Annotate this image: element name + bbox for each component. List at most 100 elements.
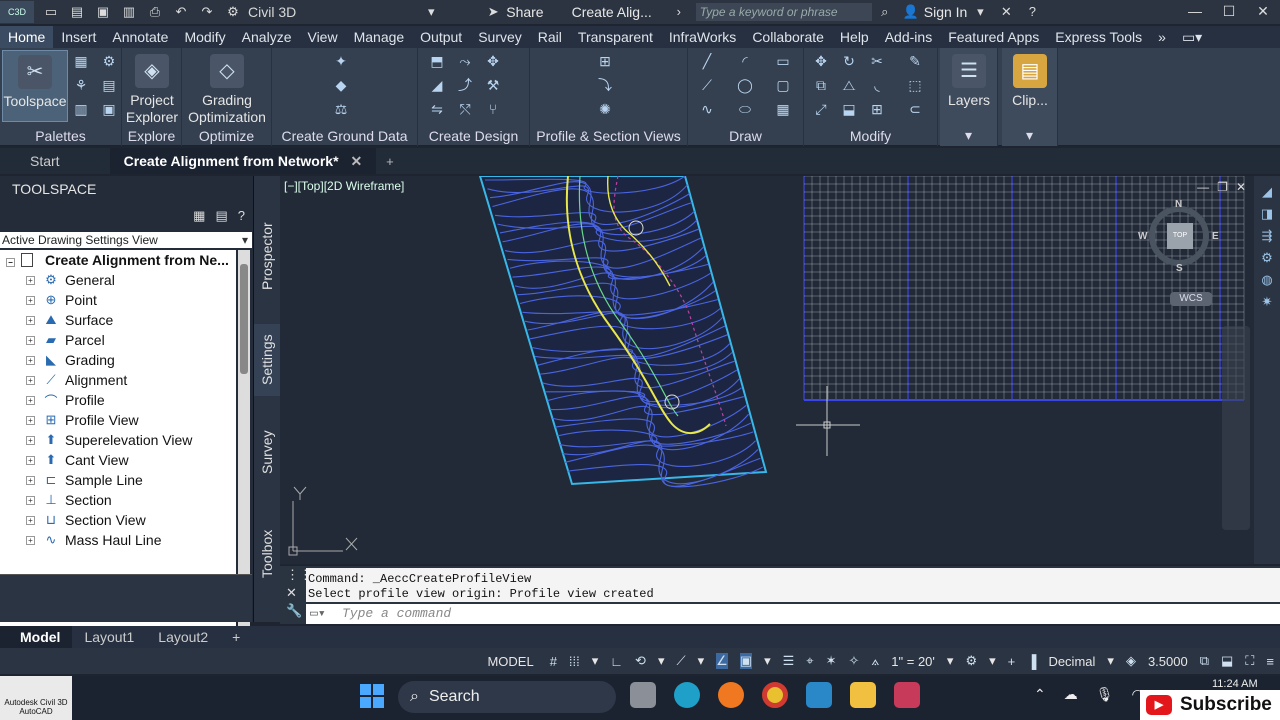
palettes-panel-title[interactable]: Palettes xyxy=(0,128,121,144)
start-button[interactable] xyxy=(360,684,384,708)
modify-panel-title[interactable]: Modify xyxy=(804,128,937,144)
annotation-scale-icon[interactable]: ⟑ xyxy=(871,653,879,669)
tree-item-alignment[interactable]: + ⟋ Alignment xyxy=(26,370,127,390)
tab-express-tools[interactable]: Express Tools xyxy=(1047,26,1150,48)
subscribe-button[interactable]: ▶ Subscribe xyxy=(1140,690,1280,720)
snap-icon[interactable]: ⁞⁞⁞ xyxy=(569,654,580,669)
ellipse-icon[interactable]: ⬭ xyxy=(734,100,756,118)
task-view-icon[interactable] xyxy=(630,682,656,708)
tree-item-point[interactable]: + ⊕ Point xyxy=(26,290,97,310)
create-ground-data-title[interactable]: Create Ground Data xyxy=(272,128,417,144)
parcel-icon[interactable]: ⬒ xyxy=(426,52,448,70)
tab-add-ins[interactable]: Add-ins xyxy=(877,26,940,48)
chevron-down-icon[interactable]: ▾ xyxy=(658,653,665,669)
globe-icon[interactable]: ◍ xyxy=(1261,272,1272,288)
navigation-bar[interactable] xyxy=(1222,326,1250,530)
rotate-icon[interactable]: ↻ xyxy=(838,52,860,70)
tab-featured-apps[interactable]: Featured Apps xyxy=(940,26,1047,48)
expand-icon[interactable]: + xyxy=(26,475,35,485)
viewport-controls-label[interactable]: [−][Top][2D Wireframe] xyxy=(284,179,404,193)
corridor-icon[interactable]: ⇋ xyxy=(426,100,448,118)
auto-scale-icon[interactable]: ✧ xyxy=(848,653,859,669)
copy-icon[interactable]: ⧉ xyxy=(810,76,832,94)
trim-icon[interactable]: ✂ xyxy=(866,52,888,70)
onedrive-icon[interactable]: ☁ xyxy=(1064,686,1078,703)
line-icon[interactable]: ╱ xyxy=(696,52,718,70)
side-tab-survey[interactable]: Survey xyxy=(254,424,280,480)
save-icon[interactable]: ▣ xyxy=(94,4,112,20)
exchange-icon[interactable]: ✕ xyxy=(997,4,1015,20)
user-icon[interactable]: 👤 xyxy=(902,4,920,20)
expand-icon[interactable]: + xyxy=(26,535,35,545)
tree-item-sample-line[interactable]: + ⊏ Sample Line xyxy=(26,470,143,490)
create-design-title[interactable]: Create Design xyxy=(418,128,529,144)
open-icon[interactable]: ▤ xyxy=(68,4,86,20)
tab-insert[interactable]: Insert xyxy=(53,26,104,48)
annotation-visibility-icon[interactable]: ✶ xyxy=(826,653,837,669)
isolate-objects-icon[interactable]: ⧉ xyxy=(1200,653,1209,669)
plot-icon[interactable]: ⎙ xyxy=(146,4,164,20)
workspace-selector[interactable]: Civil 3D xyxy=(248,4,296,20)
object-snap-tracking-icon[interactable]: ∠ xyxy=(716,653,728,669)
close-tab-icon[interactable]: ✕ xyxy=(350,153,362,169)
explode-icon[interactable]: ⬚ xyxy=(904,76,926,94)
arc-icon[interactable]: ◜ xyxy=(734,52,756,70)
side-tab-toolbox[interactable]: Toolbox xyxy=(254,520,280,588)
edge-icon[interactable] xyxy=(674,682,700,708)
erase-icon[interactable]: ✎ xyxy=(904,52,926,70)
grading-optimization-button[interactable]: ◇ Grading Optimization xyxy=(184,50,270,126)
elevation-value[interactable]: 3.5000 xyxy=(1148,654,1188,669)
tab-output[interactable]: Output xyxy=(412,26,470,48)
restore-viewport-icon[interactable]: ❐ xyxy=(1217,180,1228,194)
tab-modify[interactable]: Modify xyxy=(176,26,233,48)
tool-icon[interactable]: ⚙ xyxy=(1261,250,1273,266)
model-space-button[interactable]: MODEL xyxy=(483,654,537,669)
tab-manage[interactable]: Manage xyxy=(346,26,413,48)
move-icon[interactable]: ✥ xyxy=(810,52,832,70)
chevron-down-icon[interactable]: ▾ xyxy=(592,653,599,669)
tab-rail[interactable]: Rail xyxy=(530,26,570,48)
circle-icon[interactable]: ◯ xyxy=(734,76,756,94)
rectangle-icon[interactable]: ▢ xyxy=(772,76,794,94)
expand-icon[interactable]: + xyxy=(26,375,35,385)
pipe-network-icon[interactable]: ⤲ xyxy=(454,100,476,118)
chrome-icon[interactable] xyxy=(762,682,788,708)
tree-item-mass-haul-line[interactable]: + ∿ Mass Haul Line xyxy=(26,530,162,550)
tree-item-grading[interactable]: + ◣ Grading xyxy=(26,350,115,370)
clipboard-dropdown-icon[interactable]: ▾ xyxy=(1002,127,1057,144)
pressure-network-icon[interactable]: ⑂ xyxy=(482,100,504,118)
expand-icon[interactable]: + xyxy=(26,435,35,445)
expand-icon[interactable]: + xyxy=(26,455,35,465)
chevron-down-icon[interactable]: ▾ xyxy=(971,4,989,20)
minimize-viewport-icon[interactable]: — xyxy=(1197,180,1209,194)
section-views-icon[interactable]: ✺ xyxy=(594,100,616,118)
customize-icon[interactable]: ≡ xyxy=(1266,654,1274,669)
command-menu-icon[interactable]: ▭▾ xyxy=(310,604,326,624)
ortho-icon[interactable]: ∟ xyxy=(610,654,623,669)
tree-view-icon[interactable]: ▦ xyxy=(193,208,205,224)
hardware-acceleration-icon[interactable]: ⬓ xyxy=(1221,653,1233,669)
save-as-icon[interactable]: ▥ xyxy=(120,4,138,20)
side-tab-prospector[interactable]: Prospector xyxy=(254,216,280,296)
table-icon[interactable]: ▥ xyxy=(70,100,92,118)
tree-item-profile[interactable]: + ⌒ Profile xyxy=(26,390,105,410)
polyline-icon[interactable]: ⟋ xyxy=(696,76,718,94)
assembly-icon[interactable]: ⚒ xyxy=(482,76,504,94)
layout-tab-model[interactable]: Model xyxy=(0,626,73,648)
tab-start[interactable]: Start xyxy=(0,148,110,174)
draw-panel-title[interactable]: Draw xyxy=(688,128,803,144)
compass-east[interactable]: E xyxy=(1212,231,1219,242)
tree-item-section[interactable]: + ⊥ Section xyxy=(26,490,112,510)
tree-item-superelevation-view[interactable]: + ⬆ Superelevation View xyxy=(26,430,192,450)
add-layout-icon[interactable]: + xyxy=(220,626,252,648)
undo-icon[interactable]: ↶ xyxy=(172,4,190,20)
snipping-tool-icon[interactable] xyxy=(894,682,920,708)
clipboard-button[interactable]: ▤ Clip... xyxy=(995,50,1065,108)
new-icon[interactable]: ▭ xyxy=(42,4,60,20)
wcs-menu[interactable]: WCS xyxy=(1170,292,1212,306)
clock[interactable]: 11:24 AM xyxy=(1212,678,1258,690)
toolspace-button[interactable]: ✂ Toolspace xyxy=(2,50,68,122)
grid-icon[interactable]: # xyxy=(550,654,557,669)
chevron-down-icon[interactable]: ▾ xyxy=(764,653,771,669)
viewcube-top-face[interactable]: TOP xyxy=(1167,223,1193,249)
